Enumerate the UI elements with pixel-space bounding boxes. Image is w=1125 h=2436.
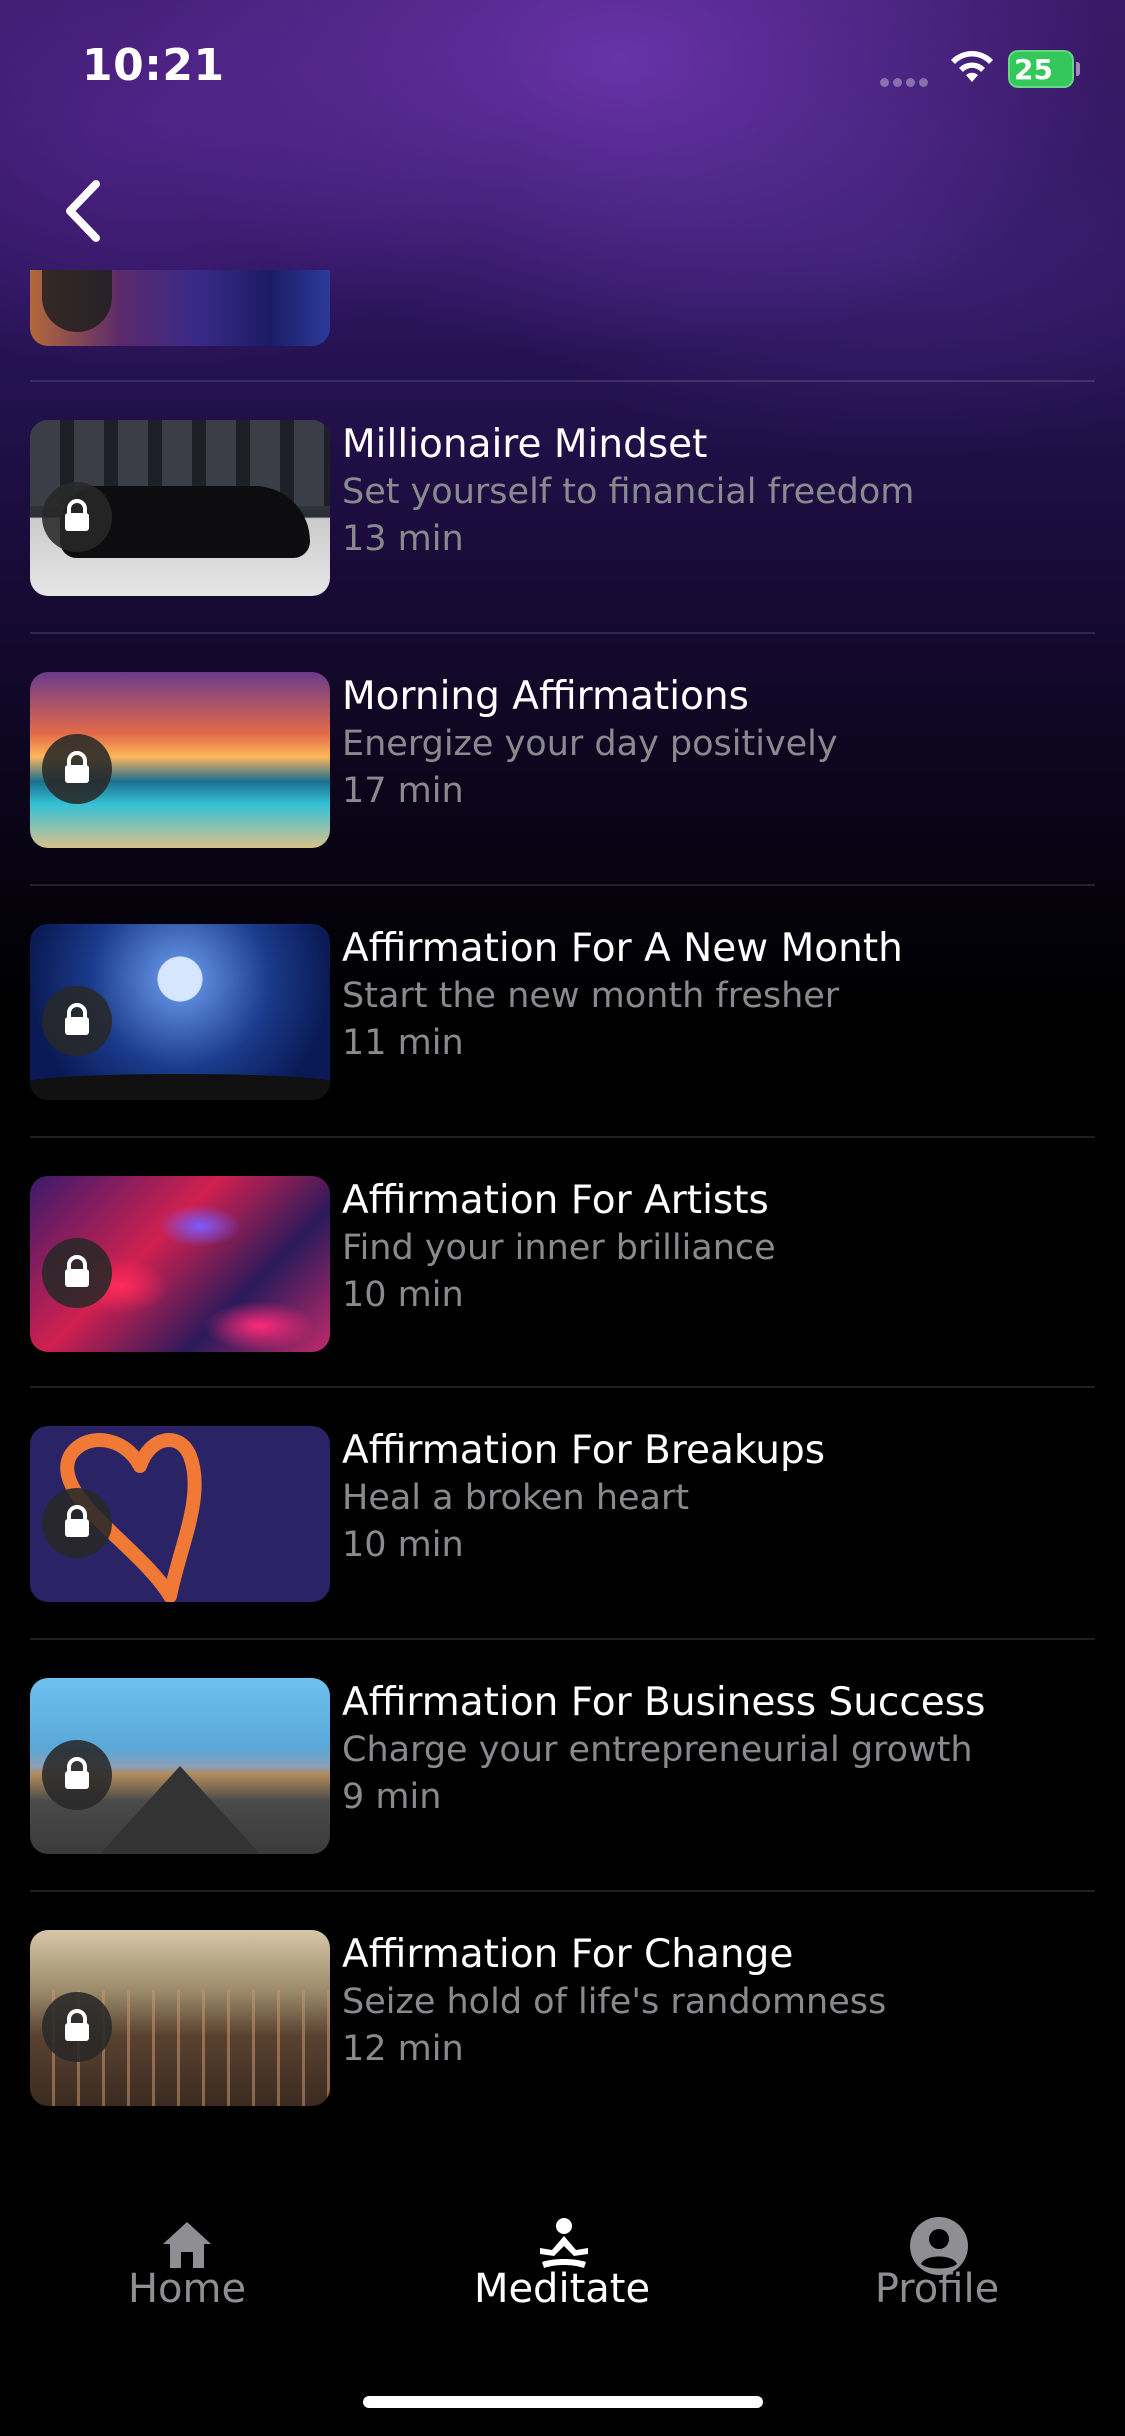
divider — [30, 632, 1095, 634]
item-duration: 11 min — [342, 1023, 464, 1063]
item-subtitle: Seize hold of life's randomness — [342, 1982, 887, 2022]
item-duration: 12 min — [342, 2029, 464, 2069]
list-item[interactable]: Affirmation For A New Month Start the ne… — [0, 888, 1125, 1138]
item-title: Affirmation For A New Month — [342, 926, 903, 971]
item-subtitle: Start the new month fresher — [342, 976, 840, 1016]
item-title: Millionaire Mindset — [342, 422, 708, 467]
tab-bar: Home Meditate Profile — [0, 2140, 1125, 2436]
battery-icon: 25 — [1008, 50, 1080, 88]
item-subtitle: Charge your entrepreneurial growth — [342, 1730, 973, 1770]
item-subtitle: Set yourself to financial freedom — [342, 472, 915, 512]
tab-profile-label: Profile — [874, 2266, 1000, 2312]
divider — [30, 1136, 1095, 1138]
home-icon — [163, 2222, 211, 2268]
cellular-signal-icon — [880, 72, 932, 91]
back-chevron-icon[interactable] — [56, 176, 112, 246]
lock-icon — [42, 1992, 112, 2062]
item-duration: 10 min — [342, 1525, 464, 1565]
tab-home[interactable]: Home — [37, 2180, 337, 2312]
item-duration: 17 min — [342, 771, 464, 811]
status-time: 10:21 — [82, 40, 225, 91]
list-item[interactable]: Affirmation For Change Seize hold of lif… — [0, 1894, 1125, 2144]
lock-icon — [42, 734, 112, 804]
item-subtitle: Heal a broken heart — [342, 1478, 690, 1518]
tab-home-label: Home — [127, 2266, 247, 2312]
battery-level: 25 — [1014, 53, 1053, 86]
item-title: Affirmation For Artists — [342, 1178, 769, 1223]
meditate-icon — [540, 2218, 588, 2268]
lock-icon — [42, 1740, 112, 1810]
list-item[interactable]: Affirmation For Business Success Charge … — [0, 1642, 1125, 1892]
item-title: Affirmation For Business Success — [342, 1680, 986, 1725]
divider — [30, 1890, 1095, 1892]
divider — [30, 1386, 1095, 1388]
tab-meditate[interactable]: Meditate — [412, 2180, 712, 2312]
status-bar: 10:21 25 — [0, 0, 1125, 140]
tab-profile[interactable]: Profile — [787, 2180, 1087, 2312]
item-duration: 9 min — [342, 1777, 442, 1817]
list-item[interactable]: Morning Affirmations Energize your day p… — [0, 636, 1125, 886]
list-item[interactable]: Affirmation For Breakups Heal a broken h… — [0, 1390, 1125, 1640]
tab-meditate-label: Meditate — [473, 2266, 651, 2312]
item-subtitle: Find your inner brilliance — [342, 1228, 776, 1268]
list-item[interactable]: Affirmation For Artists Find your inner … — [0, 1140, 1125, 1390]
lock-icon — [42, 1238, 112, 1308]
item-duration: 10 min — [342, 1275, 464, 1315]
wifi-icon — [951, 51, 993, 82]
list-item[interactable]: Millionaire Mindset Set yourself to fina… — [0, 384, 1125, 634]
item-title: Morning Affirmations — [342, 674, 749, 719]
lock-icon — [42, 482, 112, 552]
divider — [30, 1638, 1095, 1640]
item-title: Affirmation For Change — [342, 1932, 794, 1977]
lock-icon — [42, 1488, 112, 1558]
divider — [30, 884, 1095, 886]
divider — [30, 380, 1095, 382]
lock-icon — [42, 986, 112, 1056]
home-indicator[interactable] — [363, 2396, 763, 2408]
item-title: Affirmation For Breakups — [342, 1428, 826, 1473]
item-duration: 13 min — [342, 519, 464, 559]
item-subtitle: Energize your day positively — [342, 724, 838, 764]
